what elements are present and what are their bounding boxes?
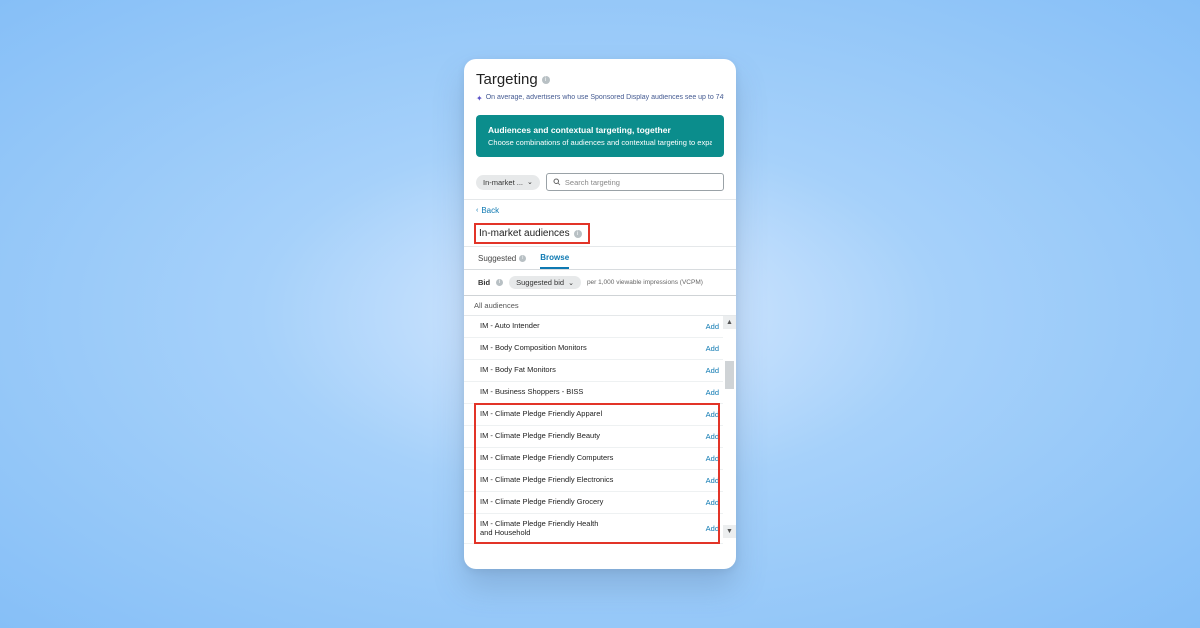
section-header: In-market audiences i <box>464 221 736 247</box>
add-button[interactable]: Add <box>706 524 719 533</box>
tip-text: On average, advertisers who use Sponsore… <box>486 94 724 101</box>
targeting-panel: Targeting i ✦ On average, advertisers wh… <box>464 59 736 569</box>
bid-pill-label: Suggested bid <box>516 278 564 287</box>
back-link[interactable]: ‹ Back <box>464 200 736 221</box>
dropdown-label: In-market ... <box>483 178 523 187</box>
tab-suggested[interactable]: Suggested i <box>478 253 526 269</box>
section-title-text: In-market audiences <box>479 228 570 239</box>
add-button[interactable]: Add <box>706 498 719 507</box>
bid-label: Bid <box>478 278 490 287</box>
add-button[interactable]: Add <box>706 476 719 485</box>
tab-browse[interactable]: Browse <box>540 253 569 269</box>
scroll-thumb[interactable] <box>725 361 734 389</box>
audience-list-wrap: IM - Auto IntenderAddIM - Body Compositi… <box>464 316 736 538</box>
add-button[interactable]: Add <box>706 344 719 353</box>
controls-row: In-market ... ⌄ Search targeting <box>464 167 736 200</box>
list-subheading: All audiences <box>464 296 736 316</box>
info-icon[interactable]: i <box>542 76 550 84</box>
info-icon[interactable]: i <box>519 255 526 262</box>
scroll-up-icon[interactable]: ▲ <box>723 316 736 329</box>
audience-name: IM - Climate Pledge Friendly Computers <box>480 454 613 463</box>
audience-row: IM - Body Fat Monitors Add <box>464 360 723 382</box>
insight-tip: ✦ On average, advertisers who use Sponso… <box>476 94 724 103</box>
bid-note: per 1,000 viewable impressions (VCPM) <box>587 279 703 286</box>
audience-row: IM - Climate Pledge Friendly Computers Ad… <box>464 448 723 470</box>
page-title: Targeting i <box>476 71 724 88</box>
add-button[interactable]: Add <box>706 432 719 441</box>
audience-type-dropdown[interactable]: In-market ... ⌄ <box>476 175 540 190</box>
audience-row: IM - Auto Intender Add <box>464 316 723 338</box>
audience-row: IM - Climate Pledge Friendly Beauty Add <box>464 426 723 448</box>
info-icon[interactable]: i <box>496 279 503 286</box>
audience-name: IM - Business Shoppers - BISS <box>480 388 583 397</box>
tab-label: Suggested <box>478 254 516 263</box>
bid-dropdown[interactable]: Suggested bid ⌄ <box>509 276 581 289</box>
scrollbar[interactable]: ▲ ▼ <box>723 316 736 538</box>
title-text: Targeting <box>476 71 538 88</box>
bid-row: Bid i Suggested bid ⌄ per 1,000 viewable… <box>464 270 736 296</box>
scroll-track[interactable] <box>723 329 736 525</box>
info-banner: Audiences and contextual targeting, toge… <box>476 115 724 157</box>
banner-subtitle: Choose combinations of audiences and con… <box>488 138 712 147</box>
add-button[interactable]: Add <box>706 454 719 463</box>
audience-list: IM - Auto IntenderAddIM - Body Compositi… <box>464 316 723 538</box>
info-icon[interactable]: i <box>574 230 582 238</box>
tabs: Suggested i Browse <box>464 247 736 270</box>
audience-name: IM - Climate Pledge Friendly Health and … <box>480 520 610 537</box>
banner-title: Audiences and contextual targeting, toge… <box>488 125 712 135</box>
audience-row: IM - Climate Pledge Friendly Grocery Add <box>464 492 723 514</box>
add-button[interactable]: Add <box>706 388 719 397</box>
search-placeholder: Search targeting <box>565 178 620 187</box>
audience-row: IM - Climate Pledge Friendly Health and … <box>464 514 723 544</box>
search-input[interactable]: Search targeting <box>546 173 724 191</box>
section-title-highlight: In-market audiences i <box>474 223 590 244</box>
audience-row: IM - Climate Pledge Friendly Apparel Add <box>464 404 723 426</box>
chevron-down-icon: ⌄ <box>527 178 533 186</box>
audience-name: IM - Climate Pledge Friendly Electronics <box>480 476 613 485</box>
tab-label: Browse <box>540 253 569 262</box>
panel-header: Targeting i ✦ On average, advertisers wh… <box>464 59 736 107</box>
search-icon <box>553 178 561 186</box>
audience-name: IM - Climate Pledge Friendly Apparel <box>480 410 602 419</box>
audience-name: IM - Climate Pledge Friendly Beauty <box>480 432 600 441</box>
audience-name: IM - Climate Pledge Friendly Grocery <box>480 498 603 507</box>
add-button[interactable]: Add <box>706 322 719 331</box>
audience-row: IM - Business Shoppers - BISS Add <box>464 382 723 404</box>
sparkle-icon: ✦ <box>476 94 483 103</box>
chevron-down-icon: ⌄ <box>568 279 574 287</box>
add-button[interactable]: Add <box>706 410 719 419</box>
audience-name: IM - Body Fat Monitors <box>480 366 556 375</box>
audience-row: IM - Climate Pledge Friendly Electronics… <box>464 470 723 492</box>
audience-name: IM - Auto Intender <box>480 322 540 331</box>
audience-row: IM - Body Composition Monitors Add <box>464 338 723 360</box>
audience-name: IM - Body Composition Monitors <box>480 344 587 353</box>
add-button[interactable]: Add <box>706 366 719 375</box>
back-label: Back <box>481 206 499 215</box>
chevron-left-icon: ‹ <box>476 207 478 214</box>
scroll-down-icon[interactable]: ▼ <box>723 525 736 538</box>
